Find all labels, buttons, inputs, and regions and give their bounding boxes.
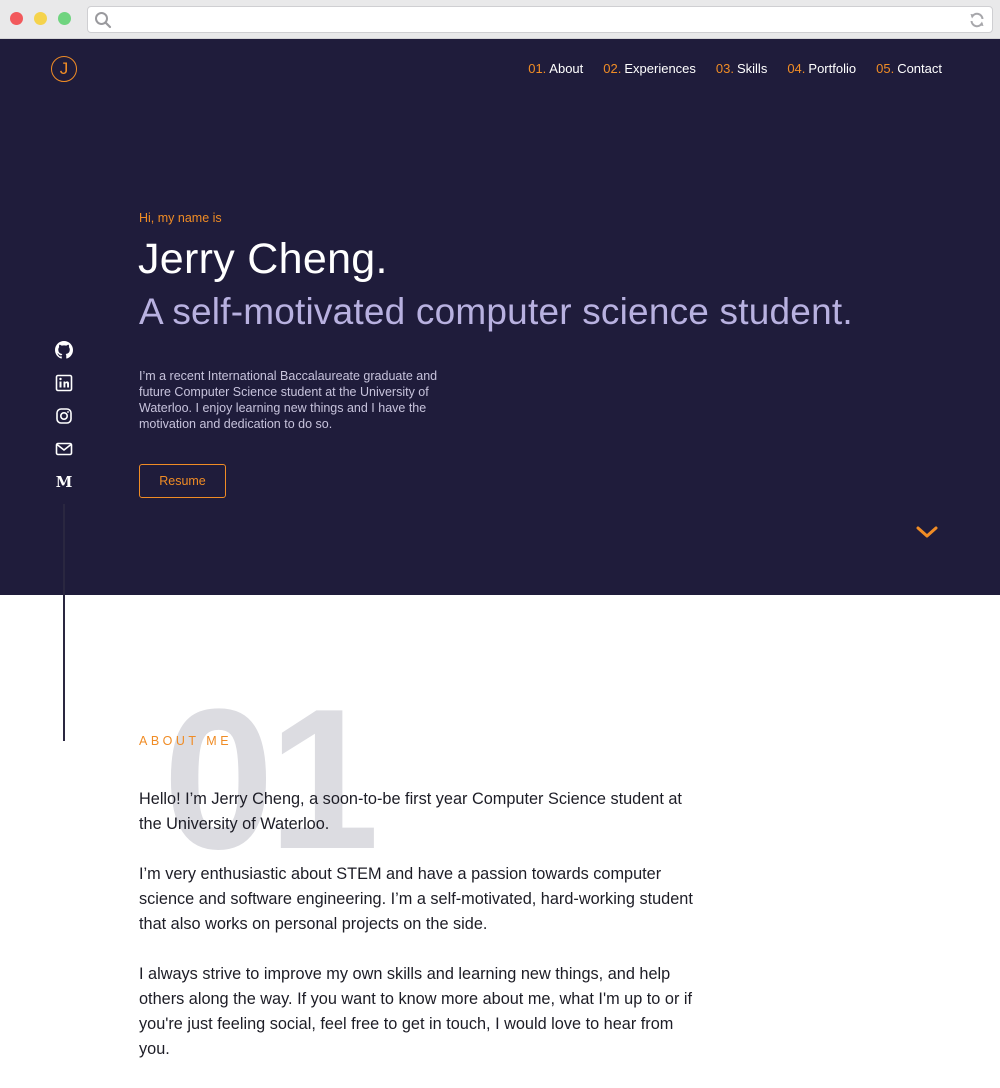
nav-label: About [549,61,584,76]
nav-label: Experiences [624,61,696,76]
resume-button[interactable]: Resume [139,464,226,498]
nav-label: Skills [736,61,768,76]
hero-greeting: Hi, my name is [139,211,222,225]
minimize-window-button[interactable] [34,12,47,25]
nav-item-contact[interactable]: 05. Contact [876,61,942,76]
nav-item-about[interactable]: 01. About [528,61,583,76]
hero-name: Jerry Cheng. [138,235,388,283]
nav-number: 01. [528,61,547,76]
about-text: Hello! I’m Jerry Cheng, a soon-to-be fir… [139,787,699,1087]
reload-icon[interactable] [968,11,986,34]
about-section-label: ABOUT ME [139,734,233,748]
main-nav: 01. About 02. Experiences 03. Skills 04. Por… [528,61,942,76]
instagram-icon[interactable] [55,407,73,425]
zoom-window-button[interactable] [58,12,71,25]
close-window-button[interactable] [10,12,23,25]
hero-bio: I’m a recent International Baccalaureate… [139,369,438,431]
nav-label: Contact [897,61,942,76]
nav-label: Portfolio [808,61,857,76]
email-icon[interactable] [55,440,73,458]
hero-section: J 01. About 02. Experiences 03. Skills 04. P… [0,39,1000,595]
nav-number: 02. [603,61,622,76]
nav-number: 03. [715,61,734,76]
address-input[interactable] [118,10,958,29]
logo-letter: J [59,59,69,78]
about-paragraph: I always strive to improve my own skills… [139,965,693,1058]
github-icon[interactable] [55,341,73,359]
address-bar[interactable] [87,6,993,33]
medium-icon[interactable]: M [55,473,73,491]
social-sidebar-line [63,504,65,741]
site-logo[interactable]: J [51,56,77,82]
nav-number: 05. [876,61,895,76]
hero-tagline: A self-motivated computer science studen… [139,291,853,332]
browser-toolbar [0,0,1000,39]
linkedin-icon[interactable] [55,374,73,392]
nav-item-portfolio[interactable]: 04. Portfolio [787,61,856,76]
about-paragraph: Hello! I’m Jerry Cheng, a soon-to-be fir… [139,790,682,833]
nav-number: 04. [787,61,806,76]
nav-item-experiences[interactable]: 02. Experiences [603,61,696,76]
scroll-down-chevron-icon[interactable] [915,524,939,545]
search-icon [94,11,112,34]
social-links: M [55,341,73,506]
about-paragraph: I’m very enthusiastic about STEM and hav… [139,865,693,933]
nav-item-skills[interactable]: 03. Skills [716,61,767,76]
